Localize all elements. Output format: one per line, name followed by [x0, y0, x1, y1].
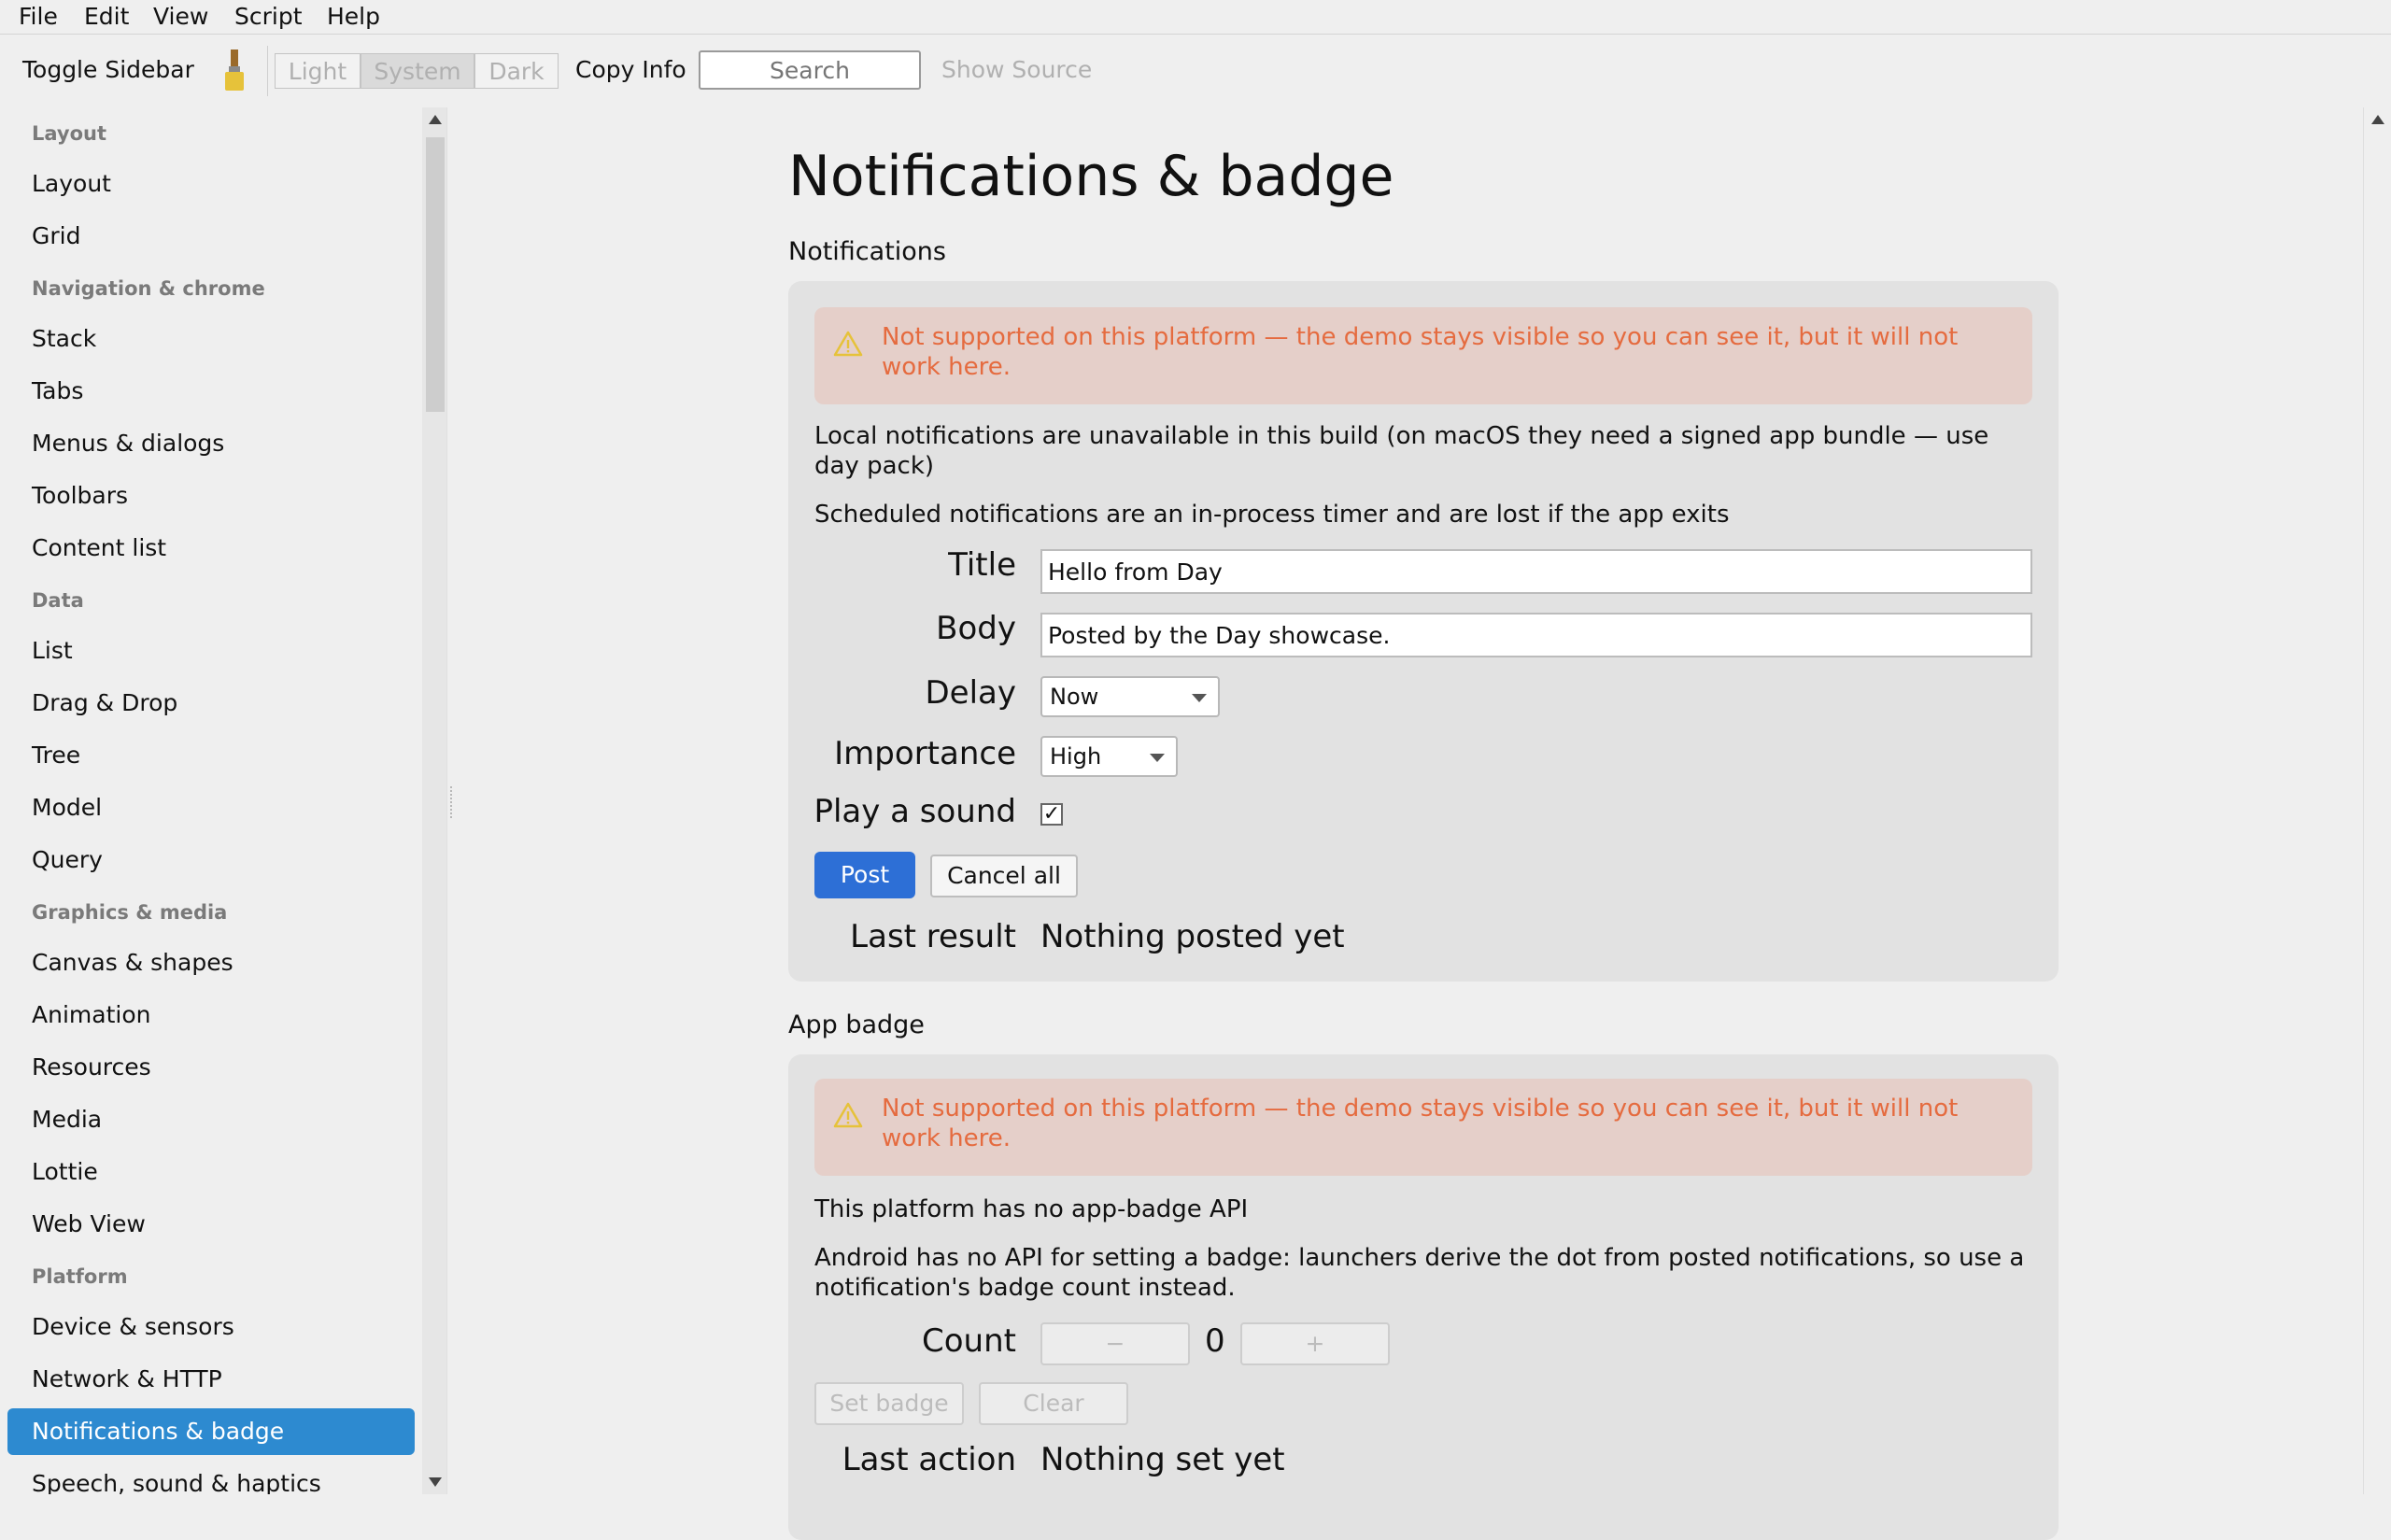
sidebar-item-network-http[interactable]: Network & HTTP — [7, 1356, 415, 1403]
count-label: Count — [922, 1322, 1016, 1360]
count-decrement-button[interactable]: − — [1040, 1322, 1190, 1365]
cancel-all-button[interactable]: Cancel all — [930, 855, 1078, 897]
app-badge-card: Not supported on this platform — the dem… — [788, 1054, 2059, 1540]
sidebar-header-platform: Platform — [32, 1265, 128, 1288]
sidebar-item-tabs[interactable]: Tabs — [7, 368, 415, 415]
last-result-label: Last result — [850, 918, 1016, 955]
menu-edit[interactable]: Edit — [84, 2, 129, 32]
sidebar-item-animation[interactable]: Animation — [7, 992, 415, 1038]
count-increment-button[interactable]: + — [1240, 1322, 1390, 1365]
sidebar-item-tree[interactable]: Tree — [7, 732, 415, 779]
sidebar-header-navigation: Navigation & chrome — [32, 277, 265, 300]
sidebar-header-data: Data — [32, 589, 84, 612]
title-input[interactable] — [1040, 549, 2032, 594]
delay-select-value: Now — [1050, 684, 1099, 710]
menu-help[interactable]: Help — [327, 2, 380, 32]
sidebar-item-lottie[interactable]: Lottie — [7, 1149, 415, 1195]
sidebar-item-media[interactable]: Media — [7, 1096, 415, 1143]
warning-icon — [833, 1102, 863, 1128]
main-scrollbar[interactable] — [2363, 107, 2391, 1494]
chevron-down-icon — [1150, 754, 1165, 762]
last-action-label: Last action — [842, 1441, 1016, 1478]
warning-icon — [833, 331, 863, 357]
sidebar-item-notifications-badge[interactable]: Notifications & badge — [7, 1408, 415, 1455]
menu-file[interactable]: File — [19, 2, 58, 32]
notifications-section-title: Notifications — [788, 237, 946, 266]
theme-system-button[interactable]: System — [361, 53, 474, 89]
sidebar-resize-handle[interactable] — [450, 786, 455, 818]
set-badge-button[interactable]: Set badge — [814, 1382, 964, 1425]
scroll-down-arrow-icon[interactable] — [429, 1477, 442, 1487]
theme-dark-button[interactable]: Dark — [474, 53, 559, 89]
delay-label: Delay — [925, 674, 1016, 712]
notifications-card: Not supported on this platform — the dem… — [788, 281, 2059, 982]
menu-view[interactable]: View — [153, 2, 208, 32]
sidebar-item-web-view[interactable]: Web View — [7, 1201, 415, 1248]
sidebar-header-graphics: Graphics & media — [32, 901, 228, 924]
sidebar: Layout Layout Grid Navigation & chrome S… — [0, 107, 422, 1494]
theme-light-button[interactable]: Light — [275, 53, 361, 89]
sidebar-item-model[interactable]: Model — [7, 784, 415, 831]
sidebar-scrollbar[interactable] — [422, 107, 446, 1494]
scroll-up-arrow-icon[interactable] — [429, 115, 442, 124]
body-input[interactable] — [1040, 613, 2032, 657]
sidebar-item-content-list[interactable]: Content list — [7, 525, 415, 572]
notifications-warning-text: Not supported on this platform — the dem… — [882, 323, 1959, 381]
importance-select-value: High — [1050, 743, 1102, 770]
notifications-warning-banner: Not supported on this platform — the dem… — [814, 307, 2032, 404]
body-label: Body — [936, 610, 1016, 647]
count-value: 0 — [1205, 1322, 1225, 1360]
play-sound-label: Play a sound — [814, 793, 1016, 830]
importance-label: Importance — [834, 735, 1016, 772]
play-sound-checkbox[interactable]: ✓ — [1040, 803, 1063, 826]
toggle-sidebar-button[interactable]: Toggle Sidebar — [22, 55, 194, 85]
sidebar-scrollbar-thumb[interactable] — [426, 137, 445, 412]
sidebar-item-canvas-shapes[interactable]: Canvas & shapes — [7, 940, 415, 986]
sidebar-item-device-sensors[interactable]: Device & sensors — [7, 1304, 415, 1350]
sidebar-header-layout: Layout — [32, 122, 107, 145]
badge-warning-text: Not supported on this platform — the dem… — [882, 1095, 1959, 1152]
page-title: Notifications & badge — [788, 144, 1394, 209]
scroll-up-arrow-icon[interactable] — [2371, 115, 2384, 124]
sidebar-item-query[interactable]: Query — [7, 837, 415, 883]
sidebar-item-toolbars[interactable]: Toolbars — [7, 473, 415, 519]
search-input[interactable] — [699, 50, 921, 90]
clear-badge-button[interactable]: Clear — [979, 1382, 1128, 1425]
menu-bar: File Edit View Script Help — [0, 0, 2391, 35]
sidebar-item-menus-dialogs[interactable]: Menus & dialogs — [7, 420, 415, 467]
sidebar-item-layout[interactable]: Layout — [7, 161, 415, 207]
sidebar-item-grid[interactable]: Grid — [7, 213, 415, 260]
toolbar: Toggle Sidebar Light System Dark Copy In… — [0, 35, 2391, 107]
sidebar-item-drag-drop[interactable]: Drag & Drop — [7, 680, 415, 727]
app-badge-section-title: App badge — [788, 1010, 925, 1039]
copy-info-button[interactable]: Copy Info — [575, 55, 686, 85]
sidebar-divider — [446, 107, 447, 1494]
sidebar-item-stack[interactable]: Stack — [7, 316, 415, 362]
notifications-info-scheduled: Scheduled notifications are an in-proces… — [814, 501, 1730, 529]
sidebar-item-speech-sound-haptics[interactable]: Speech, sound & haptics — [7, 1461, 415, 1494]
delay-select[interactable]: Now — [1040, 676, 1220, 717]
show-source-button[interactable]: Show Source — [941, 55, 1092, 85]
post-button[interactable]: Post — [814, 852, 915, 898]
toolbar-separator — [267, 46, 268, 96]
last-action-value: Nothing set yet — [1040, 1441, 1285, 1478]
badge-info-android: Android has no API for setting a badge: … — [814, 1244, 2025, 1302]
sidebar-item-list[interactable]: List — [7, 628, 415, 674]
notifications-info-unavailable: Local notifications are unavailable in t… — [814, 422, 1989, 480]
last-result-value: Nothing posted yet — [1040, 918, 1345, 955]
badge-warning-banner: Not supported on this platform — the dem… — [814, 1079, 2032, 1176]
sidebar-item-resources[interactable]: Resources — [7, 1044, 415, 1091]
chevron-down-icon — [1192, 694, 1207, 702]
title-label: Title — [948, 546, 1016, 584]
menu-script[interactable]: Script — [234, 2, 303, 32]
badge-info-no-api: This platform has no app-badge API — [814, 1195, 1249, 1223]
importance-select[interactable]: High — [1040, 736, 1178, 777]
paintbrush-icon[interactable] — [220, 48, 248, 94]
